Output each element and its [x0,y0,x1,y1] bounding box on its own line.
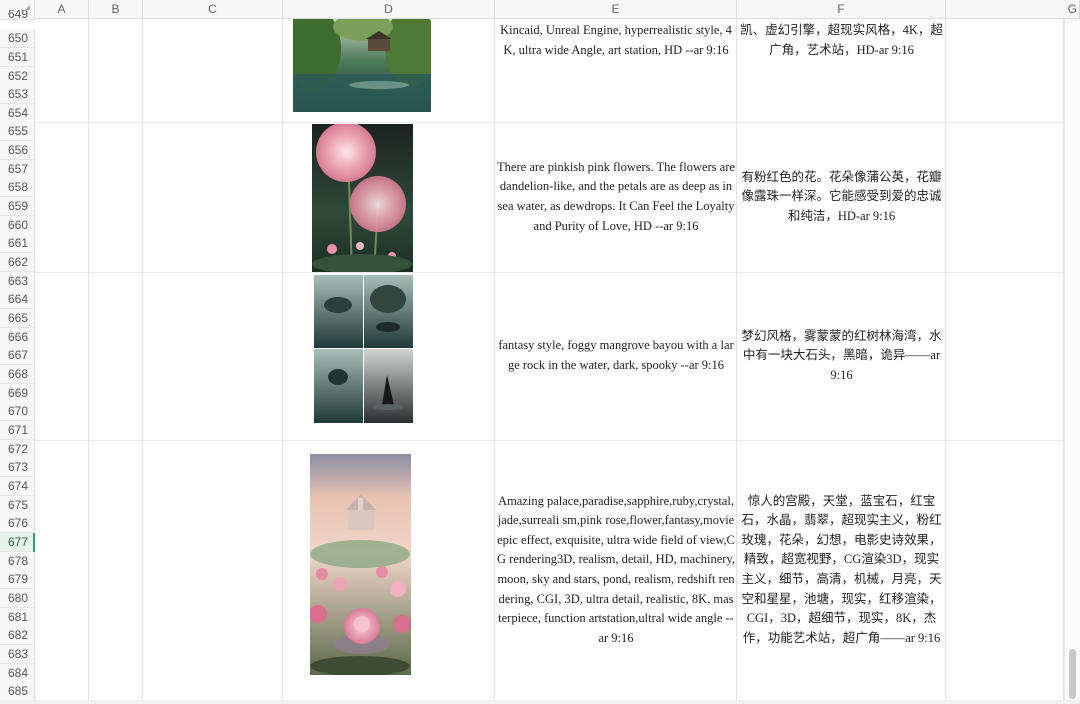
row-header[interactable]: 675 [0,496,35,515]
row-header[interactable]: 678 [0,552,35,571]
row-header[interactable]: 653 [0,85,35,104]
row-header[interactable]: 654 [0,104,35,123]
willow-lake-image[interactable] [293,19,431,112]
prompt-zh-text: 惊人的宫殿，天堂，蓝宝石，红宝石，水晶，翡翠，超现实主义，粉红玫瑰，花朵，幻想，… [741,493,942,645]
row-header[interactable]: 672 [0,440,35,459]
pink-dandelion-graphic [312,124,413,272]
row-header[interactable]: 669 [0,384,35,403]
prompt-zh-cell[interactable]: 有粉红色的花。花朵像蒲公英，花瓣像露珠一样深。它能感受到爱的忠诚和纯洁，HD-a… [737,122,946,272]
pink-palace-graphic [310,454,411,675]
row-header[interactable]: 659 [0,197,35,216]
row-header[interactable]: 665 [0,309,35,328]
pink-dandelion-flowers-image[interactable] [312,124,413,272]
prompt-en-text: Kincaid, Unreal Engine, hyperrealistic s… [500,23,732,57]
spreadsheet: A B C D E F G 649 650 651 652 653 654 65… [0,0,1080,704]
prompt-en-cell[interactable]: fantasy style, foggy mangrove bayou with… [495,272,737,440]
row-header[interactable]: 671 [0,421,35,440]
column-header-d[interactable]: D [283,0,495,19]
bottom-edge [0,700,1080,704]
prompt-en-text: There are pinkish pink flowers. The flow… [497,159,735,233]
row-header[interactable]: 661 [0,234,35,253]
foggy-mangrove-graphic [314,275,413,423]
row-header[interactable]: 658 [0,178,35,197]
row-header[interactable]: 667 [0,346,35,365]
prompt-en-cell[interactable]: There are pinkish pink flowers. The flow… [495,122,737,272]
row-header[interactable]: 652 [0,67,35,86]
column-header-g[interactable]: G [946,0,1080,19]
column-header-c[interactable]: C [143,0,283,19]
vertical-scrollbar[interactable] [1064,19,1080,704]
prompt-en-text: fantasy style, foggy mangrove bayou with… [498,338,734,372]
row-header[interactable]: 664 [0,290,35,309]
prompt-zh-text: 有粉红色的花。花朵像蒲公英，花瓣像露珠一样深。它能感受到爱的忠诚和纯洁，HD-a… [741,169,942,223]
prompt-en-cell[interactable]: Amazing palace,paradise,sapphire,ruby,cr… [495,440,737,700]
prompt-zh-cell[interactable]: 惊人的宫殿，天堂，蓝宝石，红宝石，水晶，翡翠，超现实主义，粉红玫瑰，花朵，幻想，… [737,440,946,700]
row-header[interactable]: 679 [0,570,35,589]
row-header[interactable]: 683 [0,645,35,664]
row-header[interactable]: 685 [0,682,35,701]
row-header[interactable]: 656 [0,141,35,160]
row-header[interactable]: 676 [0,514,35,533]
column-header-b[interactable]: B [89,0,143,19]
column-header-e[interactable]: E [495,0,737,19]
prompt-zh-text: 梦幻风格，雾蒙蒙的红树林海湾，水中有一块大石头，黑暗，诡异——ar 9:16 [741,328,942,382]
row-header-active[interactable]: 677 [0,533,35,552]
row-header[interactable]: 682 [0,626,35,645]
prompt-zh-cell[interactable]: 凯、虚幻引擎，超现实风格，4K，超广角，艺术站，HD-ar 9:16 [737,19,946,69]
row-header[interactable]: 681 [0,608,35,627]
row-header[interactable]: 684 [0,664,35,683]
row-header[interactable]: 673 [0,458,35,477]
row-header[interactable]: 663 [0,272,35,291]
prompt-zh-cell[interactable]: 梦幻风格，雾蒙蒙的红树林海湾，水中有一块大石头，黑暗，诡异——ar 9:16 [737,272,946,440]
row-header[interactable]: 655 [0,122,35,141]
row-header[interactable]: 670 [0,402,35,421]
row-header[interactable]: 680 [0,589,35,608]
willow-lake-graphic [293,19,431,112]
foggy-mangrove-bayou-image[interactable] [314,275,413,423]
row-header[interactable]: 660 [0,216,35,235]
active-row-indicator [33,533,35,552]
row-header[interactable]: 657 [0,160,35,179]
prompt-en-cell[interactable]: Kincaid, Unreal Engine, hyperrealistic s… [495,19,737,91]
row-header[interactable]: 650 [0,29,35,48]
column-header-a[interactable]: A [35,0,89,19]
row-header[interactable]: 666 [0,328,35,347]
prompt-zh-text: 凯、虚幻引擎，超现实风格，4K，超广角，艺术站，HD-ar 9:16 [740,23,943,57]
row-header[interactable]: 649 [0,10,35,20]
row-header[interactable]: 651 [0,48,35,67]
column-header-f[interactable]: F [737,0,946,19]
pink-palace-roses-image[interactable] [310,454,411,675]
row-header[interactable]: 662 [0,253,35,272]
scrollbar-thumb[interactable] [1069,649,1076,699]
row-header[interactable]: 674 [0,477,35,496]
prompt-en-text: Amazing palace,paradise,sapphire,ruby,cr… [497,493,736,645]
row-header[interactable]: 668 [0,365,35,384]
